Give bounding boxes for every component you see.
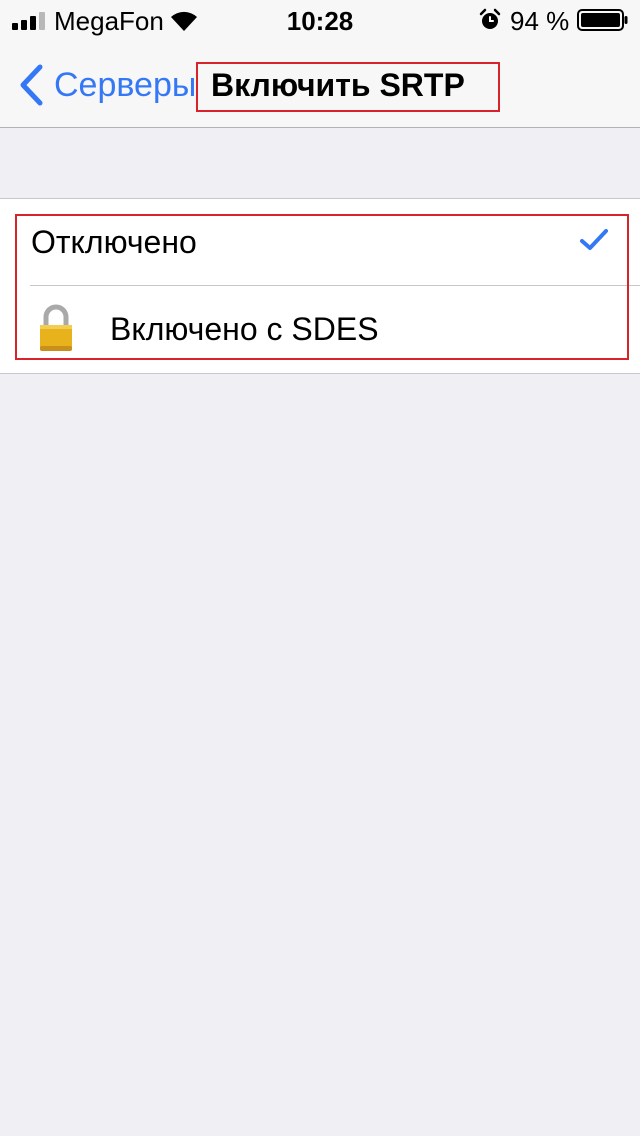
navigation-bar: Серверы Включить SRTP bbox=[0, 40, 640, 128]
alarm-icon bbox=[479, 8, 501, 29]
battery-icon bbox=[577, 9, 628, 31]
page-title: Включить SRTP bbox=[196, 62, 500, 112]
status-bar: MegaFon 10:28 94 % bbox=[0, 0, 640, 40]
back-button-label: Серверы bbox=[54, 66, 197, 104]
option-disabled-label: Отключено bbox=[31, 224, 197, 260]
option-enabled-sdes[interactable]: Включено с SDES bbox=[0, 286, 640, 373]
back-button[interactable]: Серверы bbox=[12, 40, 197, 127]
srtp-options-list: Отключено Включено с SDES bbox=[0, 198, 640, 374]
lock-icon bbox=[40, 304, 72, 351]
option-disabled[interactable]: Отключено bbox=[0, 199, 640, 286]
battery-percent: 94 % bbox=[510, 6, 570, 36]
chevron-left-icon bbox=[20, 64, 43, 106]
option-enabled-sdes-label: Включено с SDES bbox=[110, 311, 379, 347]
checkmark-icon bbox=[580, 229, 608, 250]
